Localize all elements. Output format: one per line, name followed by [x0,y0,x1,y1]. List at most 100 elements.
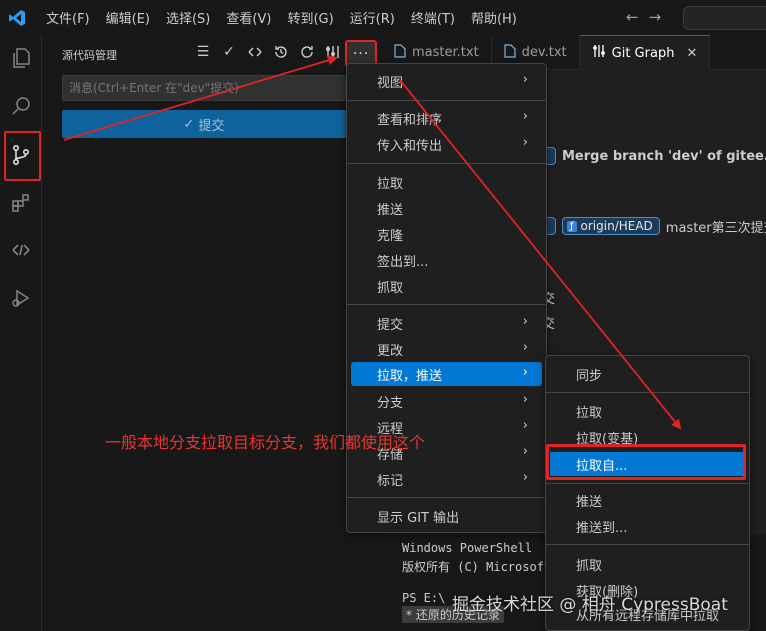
menu-item-label: 拉取 [576,405,603,421]
commit-row[interactable]: Merge branch 'dev' of gitee.com: [542,145,766,167]
asterisk-icon: * [406,608,412,622]
menu-separator [546,392,749,393]
menu-go[interactable]: 转到(G) [279,8,341,27]
sidebar-title: 源代码管理 [62,49,117,62]
chevron-right-icon: › [522,72,528,87]
menu-separator [546,544,749,545]
menu-item-label: 抓取 [377,280,404,296]
commit-check-icon[interactable]: ✓ [220,43,238,61]
file-icon [394,43,406,62]
menu-edit[interactable]: 编辑(E) [98,8,158,27]
menu-item-label: 抓取 [576,558,603,574]
menu-item-label: 提交 [377,317,404,333]
menu-view[interactable]: 查看(V) [218,8,279,27]
git-graph-tab-icon [592,44,606,62]
menu-item-push[interactable]: 推送 [351,196,542,220]
chevron-right-icon: › [522,392,528,407]
tab-label: dev.txt [521,45,567,60]
close-icon[interactable]: ✕ [686,46,697,61]
menu-item-fetch[interactable]: 抓取 [351,274,542,298]
menu-item-checkout[interactable]: 签出到... [351,248,542,272]
menu-item-pull[interactable]: 拉取 [351,170,542,194]
menu-terminal[interactable]: 终端(T) [403,8,463,27]
chevron-right-icon: › [522,135,528,150]
commit-message: Merge branch 'dev' of gitee.com: [562,148,766,164]
terminal-prompt: PS E:\ [402,591,446,605]
menu-item-view[interactable]: 视图 › [351,69,542,93]
source-control-icon[interactable] [6,140,36,170]
menu-item-label: 标记 [377,473,404,489]
submenu-item-pull[interactable]: 拉取 [550,399,745,423]
menu-item-label: 推送 [377,202,404,218]
command-center-search[interactable] [683,6,766,30]
menu-item-show-git-output[interactable]: 显示 GIT 输出 [351,504,542,528]
vscode-logo-icon [4,5,30,31]
menu-item-label: 视图 [377,75,404,91]
chevron-right-icon: › [522,340,528,355]
title-bar: 文件(F) 编辑(E) 选择(S) 查看(V) 转到(G) 运行(R) 终端(T… [0,0,766,35]
menu-run[interactable]: 运行(R) [342,8,403,27]
menu-separator [347,100,546,101]
menu-item-label: 拉取，推送 [377,368,443,384]
file-icon [504,43,516,62]
menu-item-label: 推送 [576,494,603,510]
menu-item-pull-push[interactable]: 拉取，推送 › [351,362,542,386]
menu-item-label: 签出到... [377,254,429,270]
menu-separator [347,497,546,498]
menu-item-changes[interactable]: 更改 › [351,337,542,361]
watermark-text: 掘金技术社区 @ 相舟 CypressBoat [452,595,728,615]
search-icon[interactable] [6,91,36,121]
commit-button[interactable]: ✓ 提交 [62,110,346,138]
explorer-files-icon[interactable] [6,43,36,73]
menu-item-branch[interactable]: 分支 › [351,389,542,413]
menu-item-label: 分支 [377,395,404,411]
submenu-item-push-to[interactable]: 推送到... [550,514,745,538]
menu-item-commit[interactable]: 提交 › [351,311,542,335]
menu-separator [347,163,546,164]
submenu-item-push[interactable]: 推送 [550,488,745,512]
remote-explorer-icon[interactable] [6,235,36,265]
extensions-icon[interactable] [6,188,36,218]
history-icon[interactable] [272,43,290,61]
view-as-list-icon[interactable]: ☰ [194,43,212,61]
tab-label: Git Graph [611,45,675,61]
commit-button-label: 提交 [198,118,225,134]
branch-name: origin/HEAD [580,219,653,233]
activity-bar [0,35,42,631]
chevron-right-icon: › [522,109,528,124]
menu-file[interactable]: 文件(F) [38,8,98,27]
commit-check-icon: ✓ [183,116,195,132]
source-control-sidebar: 源代码管理 ☰ ✓ ··· ✓ 提交 [42,35,382,631]
commit-row[interactable]: ƒ origin/HEAD master第三次提交 [542,215,766,237]
menu-item-view-sort[interactable]: 查看和排序 › [351,106,542,130]
commit-graph-settings-icon[interactable] [324,43,342,61]
run-debug-icon[interactable] [6,283,36,313]
menu-separator [546,483,749,484]
menu-item-clone[interactable]: 克隆 [351,222,542,246]
git-graph-icon[interactable] [246,43,264,61]
back-arrow-icon[interactable]: ← [626,8,639,26]
menu-item-label: 传入和传出 [377,138,443,154]
menu-help[interactable]: 帮助(H) [463,8,525,27]
tab-git-graph[interactable]: Git Graph ✕ [579,35,711,70]
refresh-icon[interactable] [298,43,316,61]
more-actions-menu: 视图 › 查看和排序 › 传入和传出 › 拉取 推送 克隆 签出到... 抓取 提交 ›… [346,63,547,533]
chevron-right-icon: › [522,444,528,459]
terminal-line: 版权所有 (C) Microsoft [402,560,552,574]
branch-icon: ƒ [567,220,577,232]
menu-selection[interactable]: 选择(S) [158,8,218,27]
submenu-item-sync[interactable]: 同步 [550,362,745,386]
chevron-right-icon: › [522,314,528,329]
menu-item-incoming-outgoing[interactable]: 传入和传出 › [351,132,542,156]
menu-item-label: 显示 GIT 输出 [377,510,460,526]
forward-arrow-icon[interactable]: → [649,8,662,26]
submenu-item-fetch[interactable]: 抓取 [550,552,745,576]
menu-item-tags[interactable]: 标记 › [351,467,542,491]
terminal-line: Windows PowerShell [402,541,533,555]
menu-separator [347,304,546,305]
menu-item-label: 推送到... [576,520,628,536]
annotation-text: 一般本地分支拉取目标分支，我们都使用这个 [105,433,426,452]
menu-item-label: 更改 [377,343,404,359]
commit-message-input[interactable] [62,75,346,101]
sidebar-toolbar: ☰ ✓ [194,43,342,61]
